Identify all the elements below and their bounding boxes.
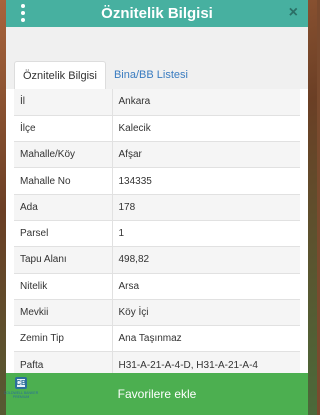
logo-mark: CB	[15, 377, 27, 389]
attribute-key: Tapu Alanı	[14, 246, 113, 274]
attribute-value: 134335	[112, 167, 300, 195]
attribute-value: Ana Taşınmaz	[112, 325, 300, 353]
table-row: Mahalle No 134335	[14, 167, 300, 195]
table-row: İlçe Kalecik	[14, 115, 300, 143]
attribute-key: İlçe	[14, 115, 113, 143]
attribute-key: Mahalle No	[14, 167, 113, 195]
more-options-icon[interactable]	[20, 4, 26, 22]
attribute-value: Ankara	[112, 89, 300, 116]
attribute-key: Mahalle/Köy	[14, 141, 113, 169]
attribute-value: Kalecik	[112, 115, 300, 143]
attribute-value: 498,82	[112, 246, 300, 274]
dialog-title: Öznitelik Bilgisi	[101, 5, 213, 22]
attribute-value: Afşar	[112, 141, 300, 169]
table-row: Ada 178	[14, 194, 300, 221]
close-icon[interactable]: ×	[289, 4, 298, 22]
tab-building-list[interactable]: Bina/BB Listesi	[106, 61, 196, 89]
attribute-key: Mevkii	[14, 299, 113, 327]
attribute-value: Arsa	[112, 273, 300, 300]
table-row: Zemin Tip Ana Taşınmaz	[14, 325, 300, 353]
tab-bar: Öznitelik Bilgisi Bina/BB Listesi	[6, 27, 308, 89]
attribute-key: Parsel	[14, 220, 113, 248]
dialog-header: Öznitelik Bilgisi ×	[6, 0, 308, 27]
attribute-value: 178	[112, 194, 300, 221]
attribute-key: İl	[14, 89, 113, 116]
table-row: Mevkii Köy İçi	[14, 299, 300, 327]
footer-bar: Favorilere ekle CB COLDWELL BANKER PREMI…	[0, 373, 317, 415]
attribute-key: Nitelik	[14, 273, 113, 300]
tab-attribute-info[interactable]: Öznitelik Bilgisi	[14, 61, 106, 89]
add-to-favorites-button[interactable]: Favorilere ekle	[6, 373, 308, 415]
attribute-key: Zemin Tip	[14, 325, 113, 353]
brand-logo: CB COLDWELL BANKER PREMIUM	[2, 377, 40, 413]
table-row: Mahalle/Köy Afşar	[14, 141, 300, 169]
logo-text: COLDWELL BANKER PREMIUM	[3, 391, 39, 399]
table-row: İl Ankara	[14, 89, 300, 116]
attribute-key: Ada	[14, 194, 113, 221]
table-row: Parsel 1	[14, 220, 300, 248]
attribute-value: 1	[112, 220, 300, 248]
table-row: Nitelik Arsa	[14, 273, 300, 300]
attribute-table-container: İl Ankara İlçe Kalecik Mahalle/Köy Afşar Mahal…	[6, 89, 308, 415]
table-row: Tapu Alanı 498,82	[14, 246, 300, 274]
attribute-table: İl Ankara İlçe Kalecik Mahalle/Köy Afşar Mahal…	[14, 89, 300, 379]
attribute-value: Köy İçi	[112, 299, 300, 327]
attribute-dialog: Öznitelik Bilgisi × Öznitelik Bilgisi Bi…	[6, 0, 308, 415]
